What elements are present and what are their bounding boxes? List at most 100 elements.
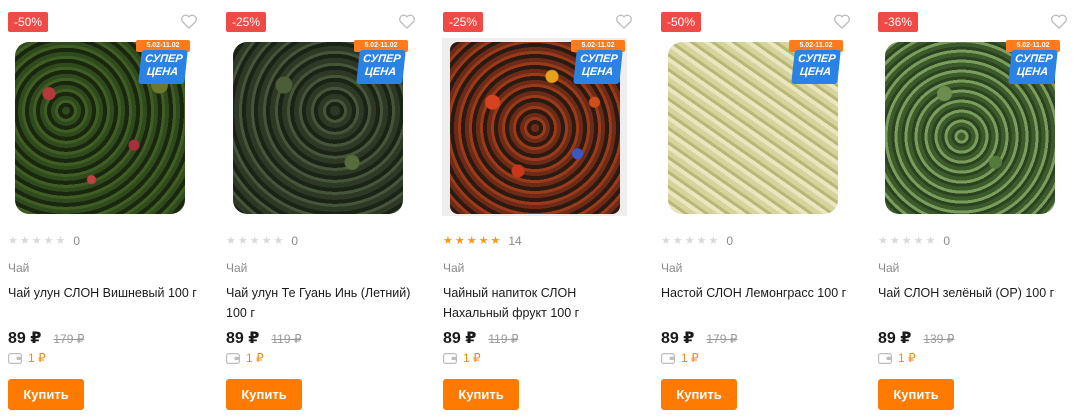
promo-line-1: СУПЕР <box>362 53 402 65</box>
star-icon: ★ <box>226 235 236 247</box>
cashback: 1 ₽ <box>226 351 264 365</box>
buy-button[interactable]: Купить <box>661 379 737 410</box>
product-card[interactable]: -36% 5.02-11.02 СУПЕР ЦЕНА ★ ★ ★ ★ ★ 0 Чай Ча… <box>877 0 1087 418</box>
star-icon: ★ <box>661 235 671 247</box>
star-icon: ★ <box>925 235 936 247</box>
super-price-sticker: 5.02-11.02 СУПЕР ЦЕНА <box>571 40 625 88</box>
heart-icon[interactable] <box>397 11 417 31</box>
super-price-sticker: 5.02-11.02 СУПЕР ЦЕНА <box>789 40 843 88</box>
price-block: 89 ₽ 179 ₽ <box>661 328 737 348</box>
product-image[interactable]: 5.02-11.02 СУПЕР ЦЕНА <box>225 38 410 216</box>
star-icon: ★ <box>19 235 30 247</box>
product-card[interactable]: -25% 5.02-11.02 СУПЕР ЦЕНА ★ ★ ★ ★ ★ 14 Чай Ч… <box>442 0 652 418</box>
rating: ★ ★ ★ ★ ★ 0 <box>226 234 298 248</box>
current-price: 89 ₽ <box>878 330 912 347</box>
star-icon: ★ <box>273 235 284 247</box>
heart-icon[interactable] <box>1049 11 1069 31</box>
star-icon: ★ <box>261 235 272 247</box>
wallet-icon <box>878 352 892 364</box>
cashback-value: 1 ₽ <box>898 351 916 365</box>
buy-button[interactable]: Купить <box>226 379 302 410</box>
rating: ★ ★ ★ ★ ★ 0 <box>8 234 80 248</box>
product-grid: -50% 5.02-11.02 СУПЕР ЦЕНА ★ ★ ★ ★ ★ 0 Чай Ча… <box>0 0 1090 418</box>
star-icon: ★ <box>443 235 453 247</box>
product-image[interactable]: 5.02-11.02 СУПЕР ЦЕНА <box>442 38 627 216</box>
discount-badge: -25% <box>226 12 267 32</box>
product-image[interactable]: 5.02-11.02 СУПЕР ЦЕНА <box>877 38 1062 216</box>
old-price: 119 ₽ <box>488 332 519 346</box>
promo-line-2: ЦЕНА <box>1016 66 1049 78</box>
wallet-icon <box>226 352 240 364</box>
discount-badge: -36% <box>878 12 919 32</box>
star-icon: ★ <box>237 235 248 247</box>
star-icon: ★ <box>901 235 912 247</box>
wallet-icon <box>661 352 675 364</box>
promo-line-1: СУПЕР <box>579 53 619 65</box>
old-price: 179 ₽ <box>706 332 738 346</box>
product-category: Чай <box>443 261 465 275</box>
product-title[interactable]: Настой СЛОН Лемонграсс 100 г <box>661 283 861 303</box>
rating: ★ ★ ★ ★ ★ 0 <box>661 234 733 248</box>
star-icon: ★ <box>490 235 501 247</box>
product-title[interactable]: Чай СЛОН зелёный (ОР) 100 г <box>878 283 1078 303</box>
wallet-icon <box>443 352 457 364</box>
discount-badge: -25% <box>443 12 484 32</box>
cashback: 1 ₽ <box>878 351 916 365</box>
current-price: 89 ₽ <box>443 330 477 347</box>
heart-icon[interactable] <box>614 11 634 31</box>
product-image[interactable]: 5.02-11.02 СУПЕР ЦЕНА <box>660 38 845 216</box>
buy-button[interactable]: Купить <box>8 379 84 410</box>
product-category: Чай <box>8 261 30 275</box>
cashback-value: 1 ₽ <box>246 351 264 365</box>
product-card[interactable]: -25% 5.02-11.02 СУПЕР ЦЕНА ★ ★ ★ ★ ★ 0 Чай Ча… <box>225 0 435 418</box>
current-price: 89 ₽ <box>661 330 695 347</box>
star-icon: ★ <box>708 235 719 247</box>
star-icon: ★ <box>55 235 66 247</box>
current-price: 89 ₽ <box>8 330 42 347</box>
heart-icon[interactable] <box>832 11 852 31</box>
product-category: Чай <box>878 261 900 275</box>
product-title[interactable]: Чайный напиток СЛОН Нахальный фрукт 100 … <box>443 283 643 323</box>
review-count: 0 <box>726 234 734 248</box>
star-icon: ★ <box>478 235 489 247</box>
current-price: 89 ₽ <box>226 330 260 347</box>
product-card[interactable]: -50% 5.02-11.02 СУПЕР ЦЕНА ★ ★ ★ ★ ★ 0 Чай На… <box>660 0 870 418</box>
review-count: 0 <box>291 234 299 248</box>
discount-badge: -50% <box>8 12 49 32</box>
product-title[interactable]: Чай улун Те Гуань Инь (Летний) 100 г <box>226 283 426 323</box>
star-icon: ★ <box>454 235 465 247</box>
super-price-sticker: 5.02-11.02 СУПЕР ЦЕНА <box>136 40 190 88</box>
price-block: 89 ₽ 139 ₽ <box>878 328 954 348</box>
star-icon: ★ <box>672 235 683 247</box>
product-image[interactable]: 5.02-11.02 СУПЕР ЦЕНА <box>7 38 192 216</box>
product-card[interactable]: -50% 5.02-11.02 СУПЕР ЦЕНА ★ ★ ★ ★ ★ 0 Чай Ча… <box>7 0 217 418</box>
cashback: 1 ₽ <box>8 351 46 365</box>
star-icon: ★ <box>696 235 707 247</box>
super-price-sticker: 5.02-11.02 СУПЕР ЦЕНА <box>1006 40 1060 88</box>
cashback: 1 ₽ <box>661 351 699 365</box>
cashback: 1 ₽ <box>443 351 481 365</box>
discount-badge: -50% <box>661 12 702 32</box>
old-price: 179 ₽ <box>53 332 85 346</box>
review-count: 0 <box>73 234 81 248</box>
star-icon: ★ <box>249 235 260 247</box>
star-icon: ★ <box>889 235 900 247</box>
price-block: 89 ₽ 119 ₽ <box>226 328 301 348</box>
star-icon: ★ <box>8 235 18 247</box>
promo-line-1: СУПЕР <box>1014 53 1054 65</box>
buy-button[interactable]: Купить <box>443 379 519 410</box>
wallet-icon <box>8 352 22 364</box>
promo-line-1: СУПЕР <box>797 53 837 65</box>
old-price: 119 ₽ <box>271 332 302 346</box>
star-icon: ★ <box>913 235 924 247</box>
review-count: 0 <box>943 234 951 248</box>
star-icon: ★ <box>31 235 42 247</box>
price-block: 89 ₽ 179 ₽ <box>8 328 84 348</box>
promo-line-1: СУПЕР <box>144 53 184 65</box>
buy-button[interactable]: Купить <box>878 379 954 410</box>
heart-icon[interactable] <box>179 11 199 31</box>
promo-line-2: ЦЕНА <box>146 66 179 78</box>
product-title[interactable]: Чай улун СЛОН Вишневый 100 г <box>8 283 208 303</box>
cashback-value: 1 ₽ <box>463 351 481 365</box>
rating: ★ ★ ★ ★ ★ 0 <box>878 234 950 248</box>
